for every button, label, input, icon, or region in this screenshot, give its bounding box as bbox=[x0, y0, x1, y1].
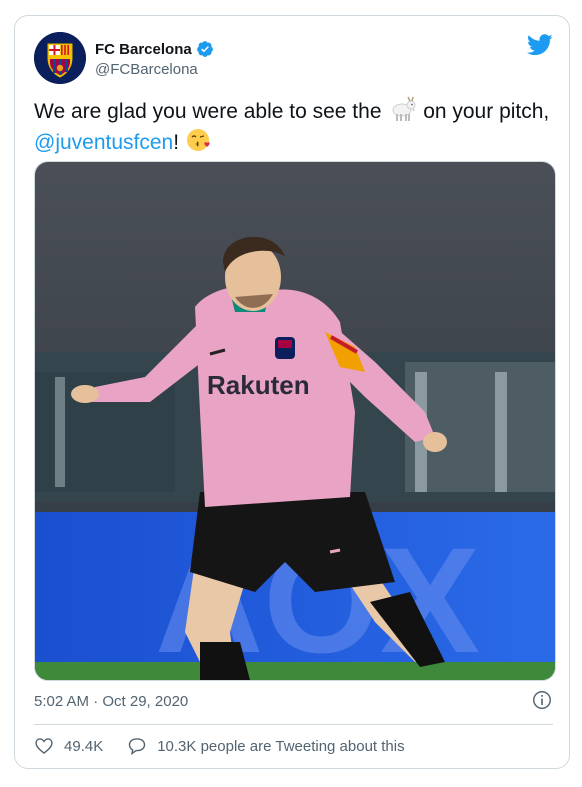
tweet-text-part-1: We are glad you were able to see the bbox=[34, 100, 382, 123]
tweeting-about-text: 10.3K people are Tweeting about this bbox=[157, 737, 405, 755]
tweet-timestamp[interactable]: 5:02 AM · Oct 29, 2020 bbox=[34, 693, 188, 710]
like-button[interactable]: 49.4K bbox=[34, 736, 103, 756]
tweet-actions: 49.4K 10.3K people are Tweeting about th… bbox=[34, 736, 405, 756]
jersey-sponsor-text: Rakuten bbox=[207, 370, 310, 400]
tweet-card[interactable]: FC Barcelona @FCBarcelona We are glad yo… bbox=[14, 15, 570, 769]
tweet-text-part-3: ! bbox=[173, 131, 180, 154]
speech-bubble-icon bbox=[128, 738, 146, 756]
player-photo: AOX Rakuten bbox=[35, 162, 555, 680]
verified-badge-icon bbox=[196, 41, 213, 57]
divider bbox=[34, 724, 553, 725]
tweeting-about-link[interactable]: 10.3K people are Tweeting about this bbox=[127, 736, 405, 756]
author-name[interactable]: FC Barcelona bbox=[95, 41, 192, 58]
author-name-row[interactable]: FC Barcelona bbox=[95, 40, 214, 58]
heart-icon bbox=[35, 738, 53, 754]
like-count: 49.4K bbox=[64, 737, 104, 755]
face-blowing-kiss-emoji-icon bbox=[186, 129, 210, 151]
twitter-bird-icon[interactable] bbox=[527, 34, 553, 56]
tweet-photo[interactable]: AOX Rakuten bbox=[34, 161, 556, 681]
info-icon[interactable] bbox=[531, 689, 553, 711]
mention-link[interactable]: @juventusfcen bbox=[34, 131, 173, 154]
tweet-text-part-2: on your pitch, bbox=[423, 100, 550, 123]
goat-emoji-icon bbox=[392, 96, 416, 121]
author-avatar[interactable] bbox=[34, 32, 86, 84]
fc-barcelona-crest-icon bbox=[34, 32, 86, 84]
author-handle[interactable]: @FCBarcelona bbox=[95, 61, 198, 78]
tweet-text: We are glad you were able to see the on … bbox=[34, 96, 559, 158]
